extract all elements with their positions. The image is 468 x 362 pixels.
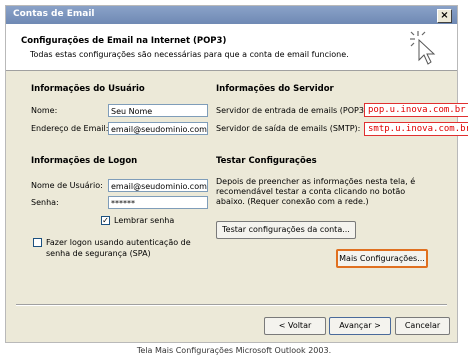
username-label: Nome de Usuário: (31, 181, 103, 190)
name-label: Nome: (31, 106, 58, 115)
test-desc-line3: abaixo. (Requer conexão com a rede.) (216, 197, 369, 206)
spa-checkbox[interactable] (33, 238, 42, 247)
dialog-header: Configurações de Email na Internet (POP3… (6, 24, 457, 71)
test-settings-heading: Testar Configurações (216, 156, 317, 166)
incoming-server-label: Servidor de entrada de emails (POP3): (216, 106, 370, 115)
more-settings-button[interactable]: Mais Configurações... (336, 249, 428, 268)
name-field[interactable]: Seu Nome (108, 104, 208, 117)
remember-password-label: Lembrar senha (114, 216, 175, 225)
window-title: Contas de Email (13, 9, 95, 19)
title-bar: Contas de Email × (6, 6, 457, 24)
password-field[interactable]: ****** (108, 196, 208, 209)
test-account-button[interactable]: Testar configurações da conta... (216, 221, 356, 239)
remember-password-checkbox[interactable]: ✓ (101, 216, 110, 225)
test-desc-line1: Depois de preencher as informações nesta… (216, 177, 416, 186)
username-field[interactable]: email@seudominio.com.br (108, 179, 208, 192)
user-info-heading: Informações do Usuário (31, 84, 145, 94)
header-subtitle: Todas estas configurações são necessária… (30, 50, 349, 59)
logon-info-heading: Informações de Logon (31, 156, 138, 166)
email-label: Endereço de Email: (31, 124, 109, 133)
close-button[interactable]: × (437, 9, 452, 23)
footer-divider (16, 304, 447, 306)
test-desc-line2: recomendável testar a conta clicando no … (216, 187, 406, 196)
password-label: Senha: (31, 198, 59, 207)
header-title: Configurações de Email na Internet (POP3… (21, 36, 227, 46)
next-button[interactable]: Avançar > (329, 317, 391, 335)
spa-label-line1: Fazer logon usando autenticação de (46, 238, 191, 247)
cursor-sparkle-icon (410, 31, 436, 65)
figure-caption: Tela Mais Configurações Microsoft Outloo… (136, 346, 332, 355)
cancel-button[interactable]: Cancelar (395, 317, 450, 335)
dialog-window: Contas de Email × Configurações de Email… (5, 5, 468, 343)
back-button[interactable]: < Voltar (264, 317, 326, 335)
outgoing-server-field[interactable]: smtp.u.inova.com.br (364, 122, 468, 136)
email-field[interactable]: email@seudominio.com.br (108, 122, 208, 135)
spa-label-line2: senha de segurança (SPA) (46, 249, 151, 258)
incoming-server-field[interactable]: pop.u.inova.com.br (364, 103, 468, 117)
outgoing-server-label: Servidor de saída de emails (SMTP): (216, 124, 361, 133)
server-info-heading: Informações do Servidor (216, 84, 334, 94)
